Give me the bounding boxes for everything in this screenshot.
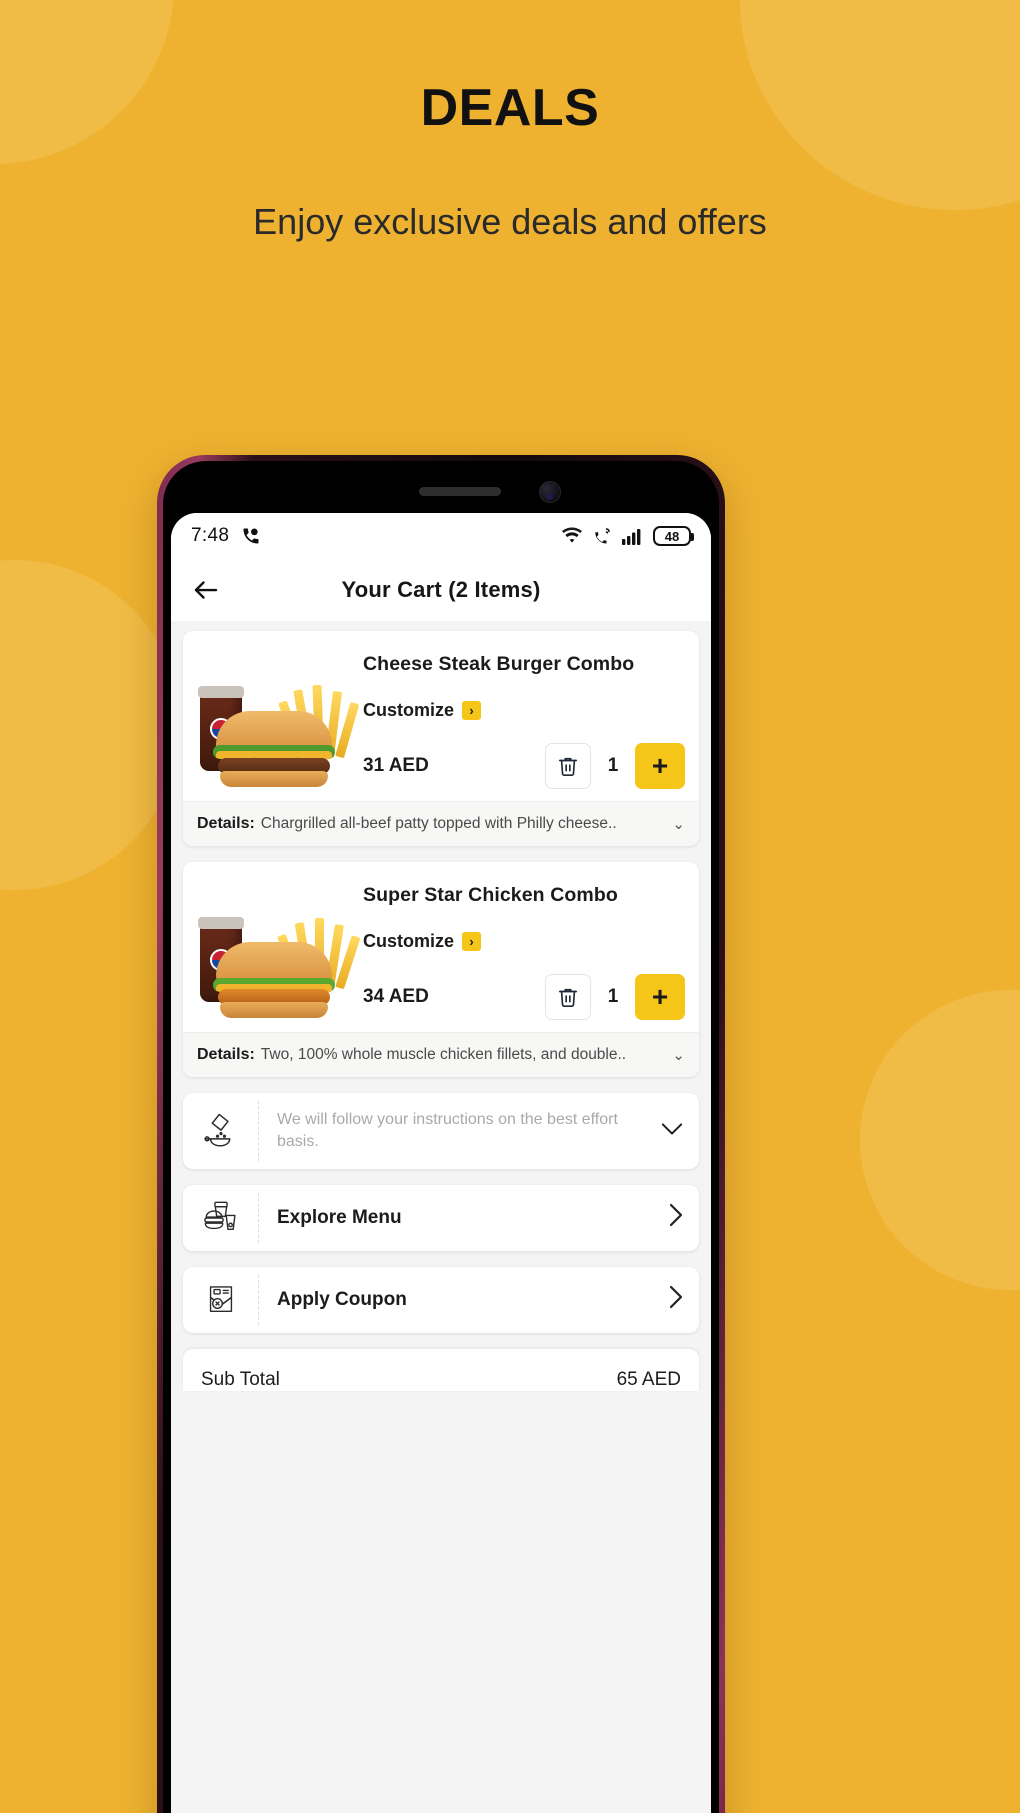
decorative-blob-mid-right: [860, 990, 1020, 1290]
increase-quantity-button[interactable]: +: [635, 974, 685, 1020]
phone-bezel: 7:48 48 Your Cart (2 Items) Cheese Steak…: [163, 461, 719, 1813]
chevron-right-icon[interactable]: [661, 1285, 683, 1315]
details-text: Two, 100% whole muscle chicken fillets, …: [260, 1046, 627, 1063]
signal-icon: [622, 527, 644, 545]
chevron-down-icon[interactable]: ⌄: [672, 1046, 685, 1064]
cart-item-price-row: 31 AED 1 +: [363, 743, 685, 789]
menu-burger-icon: [183, 1193, 259, 1243]
quantity-stepper[interactable]: 1 +: [545, 743, 685, 789]
phone-screen: 7:48 48 Your Cart (2 Items) Cheese Steak…: [171, 513, 711, 1813]
wifi-icon: [561, 527, 583, 545]
status-bar-time: 7:48: [191, 525, 230, 546]
promo-subheadline: Enjoy exclusive deals and offers: [253, 201, 767, 242]
coupon-icon: [183, 1275, 259, 1325]
decorative-blob-mid-left: [0, 560, 180, 890]
cart-item-info: Cheese Steak Burger Combo Customize › 31…: [359, 641, 685, 793]
battery-level-label: 48: [664, 528, 680, 544]
trash-icon[interactable]: [545, 743, 591, 789]
promo-headline: DEALS: [420, 79, 600, 137]
quantity-value: 1: [607, 986, 619, 1007]
burger-combo-image: [189, 641, 360, 793]
app-bar: Your Cart (2 Items): [171, 559, 711, 621]
battery-indicator: 48: [653, 526, 694, 546]
arrow-left-icon[interactable]: [191, 575, 221, 605]
cart-item-price: 34 AED: [363, 986, 429, 1007]
cooking-instructions-icon: [183, 1101, 259, 1161]
status-bar-right-icons: 48: [561, 526, 694, 546]
chevron-down-icon[interactable]: ⌄: [672, 815, 685, 833]
cart-item-name: Super Star Chicken Combo: [363, 884, 618, 906]
apply-coupon-row[interactable]: Apply Coupon: [183, 1267, 699, 1333]
cart-item-card: Super Star Chicken Combo Customize › 34 …: [183, 862, 699, 1077]
promo-screenshot: DEALS Enjoy exclusive deals and offers 7…: [0, 0, 1020, 1813]
customize-label: Customize: [363, 700, 455, 720]
customize-button[interactable]: Customize ›: [363, 700, 685, 721]
phone-mockup: 7:48 48 Your Cart (2 Items) Cheese Steak…: [157, 455, 725, 1813]
customize-label: Customize: [363, 931, 455, 951]
details-text: Chargrilled all-beef patty topped with P…: [260, 815, 617, 832]
cart-item-info: Super Star Chicken Combo Customize › 34 …: [359, 872, 685, 1024]
subtotal-value: 65 AED: [616, 1369, 681, 1390]
subtotal-label: Sub Total: [201, 1369, 280, 1390]
details-label: Details:: [197, 815, 255, 832]
subtotal-row: Sub Total 65 AED: [201, 1369, 681, 1391]
front-camera-icon: [539, 481, 561, 503]
cart-item-price-row: 34 AED 1 +: [363, 974, 685, 1020]
explore-menu-row[interactable]: Explore Menu: [183, 1185, 699, 1251]
cart-item-details-row[interactable]: Details: Two, 100% whole muscle chicken …: [183, 1032, 699, 1077]
missed-call-icon: [241, 526, 261, 546]
status-bar: 7:48 48: [171, 513, 711, 559]
chevron-down-icon[interactable]: [653, 1122, 683, 1141]
call-mute-icon: [592, 527, 613, 545]
cooking-instructions-row[interactable]: We will follow your instructions on the …: [183, 1093, 699, 1169]
explore-menu-label: Explore Menu: [277, 1207, 402, 1228]
cart-item-main: Super Star Chicken Combo Customize › 34 …: [183, 862, 699, 1032]
apply-coupon-label: Apply Coupon: [277, 1289, 407, 1310]
order-summary-card: Sub Total 65 AED: [183, 1349, 699, 1391]
increase-quantity-button[interactable]: +: [635, 743, 685, 789]
chevron-right-icon: ›: [462, 701, 482, 720]
cart-item-details-row[interactable]: Details: Chargrilled all-beef patty topp…: [183, 801, 699, 846]
details-label: Details:: [197, 1046, 255, 1063]
earpiece-speaker: [419, 487, 501, 496]
quantity-value: 1: [607, 755, 619, 776]
trash-icon[interactable]: [545, 974, 591, 1020]
cart-item-name: Cheese Steak Burger Combo: [363, 653, 635, 675]
quantity-stepper[interactable]: 1 +: [545, 974, 685, 1020]
cart-item-main: Cheese Steak Burger Combo Customize › 31…: [183, 631, 699, 801]
cart-item-card: Cheese Steak Burger Combo Customize › 31…: [183, 631, 699, 846]
cart-item-price: 31 AED: [363, 755, 429, 776]
chevron-right-icon[interactable]: [661, 1203, 683, 1233]
customize-button[interactable]: Customize ›: [363, 931, 685, 952]
chevron-right-icon: ›: [462, 932, 482, 951]
chicken-combo-image: [189, 872, 361, 1024]
page-title: Your Cart (2 Items): [341, 577, 541, 602]
cart-scroll-area[interactable]: Cheese Steak Burger Combo Customize › 31…: [171, 621, 711, 1813]
instructions-input[interactable]: We will follow your instructions on the …: [259, 1109, 653, 1152]
